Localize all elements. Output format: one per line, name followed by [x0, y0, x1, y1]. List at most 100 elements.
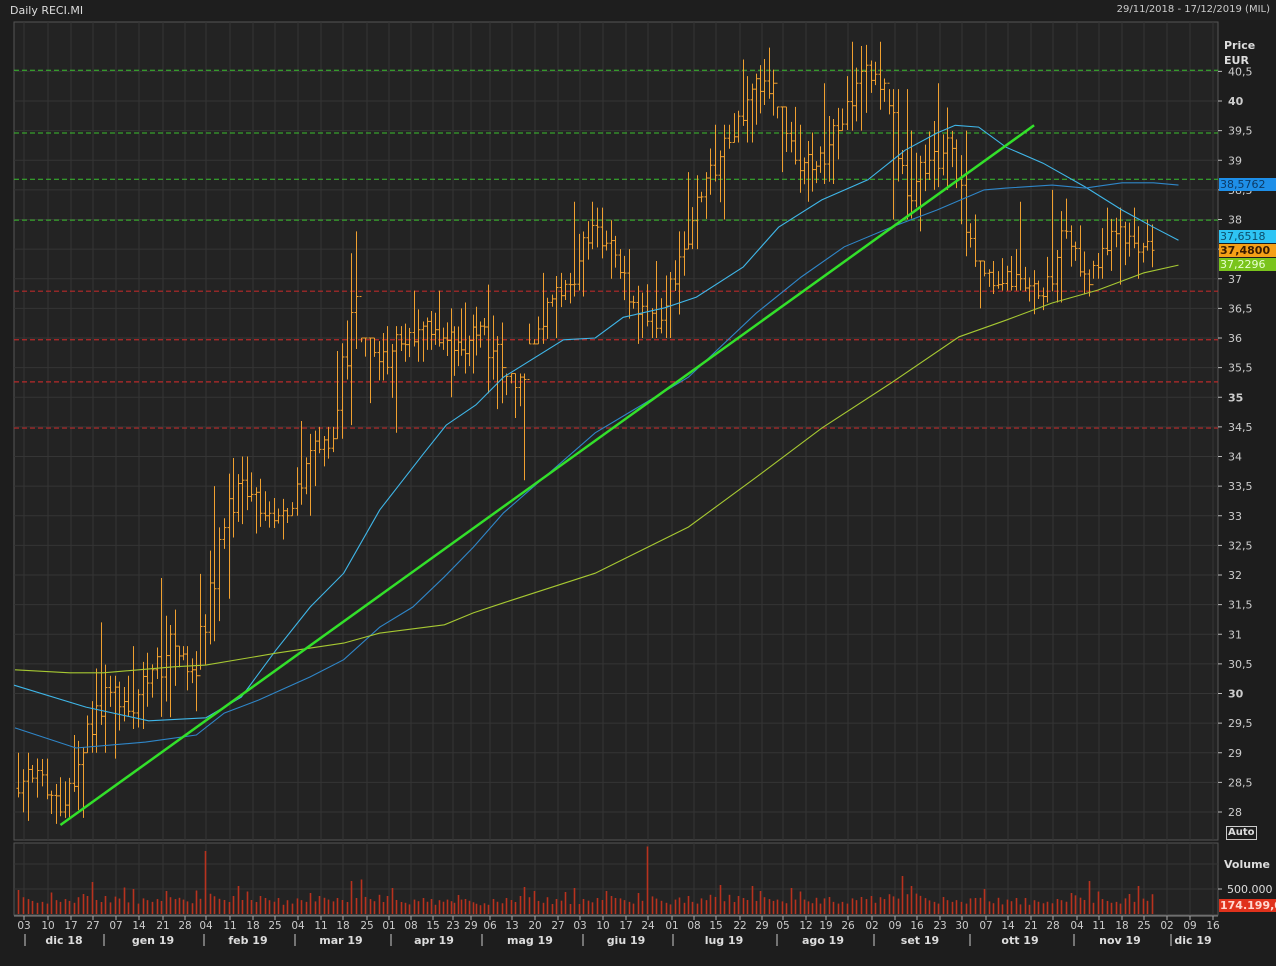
y-tick-label: 30,5: [1228, 658, 1253, 671]
x-tick-label: 25: [268, 920, 281, 932]
x-month-label: lug 19: [705, 934, 744, 947]
x-tick-label: 08: [687, 920, 700, 932]
price-axis-currency: EUR: [1224, 54, 1249, 67]
price-panel: [13, 21, 1219, 841]
x-tick-label: 01: [382, 920, 395, 932]
x-tick-label: 18: [336, 920, 349, 932]
x-month-label: ott 19: [1001, 934, 1038, 947]
x-tick-label: 06: [483, 920, 497, 932]
x-tick-label: 10: [41, 920, 54, 932]
y-tick-label: 36,5: [1228, 302, 1253, 315]
y-tick-label: 30: [1228, 688, 1244, 701]
volume-axis-title: Volume: [1224, 858, 1270, 871]
ma-fast-value-badge: 37,6518: [1219, 230, 1276, 243]
x-tick-label: 29: [755, 920, 768, 932]
x-month-label: dic 18: [45, 934, 82, 947]
y-tick-label: 35,5: [1228, 362, 1253, 375]
x-tick-label: 11: [223, 920, 236, 932]
x-tick-label: 01: [665, 920, 678, 932]
x-tick-label: 16: [1206, 920, 1220, 932]
price-auto-scale-button[interactable]: Auto: [1226, 826, 1257, 840]
x-tick-label: 07: [979, 920, 992, 932]
x-tick-label: 25: [1137, 920, 1150, 932]
y-tick-label: 29,5: [1228, 717, 1253, 730]
y-tick-label: 28: [1228, 806, 1242, 819]
x-tick-label: 21: [156, 920, 169, 932]
x-tick-label: 17: [619, 920, 632, 932]
x-tick-label: 14: [1001, 920, 1015, 932]
y-tick-label: 39: [1228, 154, 1242, 167]
x-tick-label: 11: [314, 920, 327, 932]
y-tick-label: 38: [1228, 214, 1242, 227]
x-tick-label: 13: [505, 920, 518, 932]
x-tick-label: 03: [17, 920, 30, 932]
x-tick-label: 27: [86, 920, 99, 932]
y-tick-label: 33: [1228, 510, 1242, 523]
y-tick-label: 33,5: [1228, 480, 1253, 493]
x-tick-label: 28: [1046, 920, 1059, 932]
x-tick-label: 15: [709, 920, 722, 932]
x-tick-label: 27: [551, 920, 564, 932]
y-tick-label: 39,5: [1228, 125, 1253, 138]
x-tick-label: 17: [64, 920, 77, 932]
y-tick-label: 28,5: [1228, 776, 1253, 789]
y-tick-label: 40: [1228, 95, 1244, 108]
x-tick-label: 11: [1092, 920, 1105, 932]
x-tick-label: 03: [573, 920, 586, 932]
x-tick-label: 18: [1115, 920, 1128, 932]
x-tick-label: 23: [933, 920, 946, 932]
x-month-label: giu 19: [607, 934, 646, 947]
x-tick-label: 02: [865, 920, 878, 932]
x-month-label: ago 19: [802, 934, 844, 947]
y-tick-label: 29: [1228, 747, 1242, 760]
x-tick-label: 04: [199, 920, 213, 932]
x-tick-label: 09: [888, 920, 901, 932]
x-month-label: dic 19: [1174, 934, 1211, 947]
x-month-label: set 19: [901, 934, 939, 947]
volume-tick-label: 500.000: [1227, 883, 1273, 896]
x-tick-label: 24: [641, 920, 655, 932]
y-tick-label: 35: [1228, 391, 1243, 404]
ma-slow-value-badge: 38,5762: [1219, 178, 1276, 191]
x-month-label: mag 19: [507, 934, 553, 947]
x-tick-label: 20: [528, 920, 541, 932]
x-tick-label: 18: [246, 920, 259, 932]
x-tick-label: 26: [841, 920, 855, 932]
x-tick-label: 30: [955, 920, 968, 932]
x-tick-label: 15: [426, 920, 439, 932]
x-tick-label: 10: [596, 920, 609, 932]
x-tick-label: 23: [446, 920, 459, 932]
y-tick-label: 32,5: [1228, 539, 1253, 552]
x-tick-label: 02: [1160, 920, 1173, 932]
x-tick-label: 08: [404, 920, 417, 932]
x-tick-label: 04: [1070, 920, 1084, 932]
last-volume-badge: 174.199,0: [1219, 899, 1276, 912]
x-tick-label: 21: [1024, 920, 1037, 932]
price-chart[interactable]: 28 28,5 29 29,5 30 30,5 31 31,5 32 32,5 33 33,5 34 34…: [0, 0, 1276, 966]
y-tick-label: 34,5: [1228, 421, 1253, 434]
y-tick-label: 40,5: [1228, 65, 1253, 78]
x-tick-label: 19: [819, 920, 832, 932]
x-tick-label: 05: [776, 920, 789, 932]
y-tick-label: 32: [1228, 569, 1242, 582]
y-tick-label: 36: [1228, 332, 1242, 345]
y-tick-label: 31: [1228, 628, 1242, 641]
x-tick-label: 04: [291, 920, 305, 932]
x-tick-label: 09: [1183, 920, 1196, 932]
last-price-badge: 37,4800: [1219, 244, 1276, 257]
x-month-label: nov 19: [1099, 934, 1141, 947]
x-tick-label: 22: [733, 920, 746, 932]
x-tick-label: 07: [109, 920, 122, 932]
price-axis-title: Price: [1224, 39, 1256, 52]
x-tick-label: 25: [360, 920, 373, 932]
x-month-label: gen 19: [132, 934, 174, 947]
x-tick-label: 29: [464, 920, 477, 932]
y-tick-label: 37: [1228, 273, 1242, 286]
ma-long-value-badge: 37,2296: [1219, 258, 1276, 271]
x-tick-label: 12: [799, 920, 812, 932]
x-tick-label: 28: [178, 920, 191, 932]
x-month-label: feb 19: [228, 934, 267, 947]
y-tick-label: 34: [1228, 451, 1242, 464]
x-tick-label: 14: [132, 920, 146, 932]
x-month-label: mar 19: [319, 934, 362, 947]
